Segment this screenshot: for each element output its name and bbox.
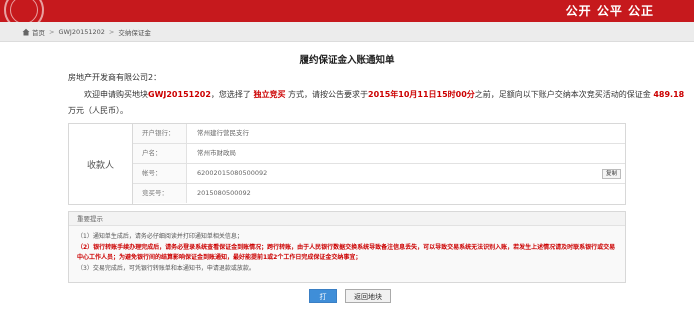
para-text: ，您选择了: [210, 90, 251, 99]
notice-item: （1）通知单生成后，请务必仔细阅读并打印通知单相关信息；: [77, 233, 243, 240]
breadcrumb-separator: >: [108, 27, 115, 36]
parcel-id: GWJ20151202: [148, 90, 211, 99]
payee-row-bid-number: 竞买号： 2015080500092: [133, 184, 625, 204]
breadcrumb: 首页 > GWJ20151202 > 交纳保证金: [0, 22, 694, 42]
notice-item: （3）交易完成后，可凭银行转账单和本通知书，申请退款或放款。: [77, 264, 255, 272]
payee-row-account: 帐号： 62002015080500092 复制: [133, 164, 625, 184]
breadcrumb-current: 交纳保证金: [118, 28, 151, 37]
emblem-logo-inner: [10, 0, 38, 22]
field-key: 开户银行：: [133, 124, 187, 143]
back-to-parcel-button[interactable]: 返回地块: [345, 289, 391, 303]
breadcrumb-parcel-link[interactable]: GWJ20151202: [58, 28, 104, 36]
payee-table: 收款人 开户银行： 常州建行营民支行 户名： 常州市财政局 帐号： 620020…: [68, 123, 626, 205]
field-value: 常州市财政局: [197, 149, 236, 157]
field-key: 户名：: [133, 144, 187, 163]
field-key: 帐号：: [133, 164, 187, 183]
breadcrumb-separator: >: [49, 27, 55, 36]
field-value: 62002015080500092: [197, 169, 268, 177]
home-icon: [22, 28, 30, 36]
para-text: 万元（人民币）。: [68, 106, 128, 115]
breadcrumb-home-link[interactable]: 首页: [32, 27, 45, 37]
top-banner: 公开 公平 公正: [0, 0, 694, 22]
notice-paragraph: 欢迎申请购买地块GWJ20151202，您选择了 独立竞买 方式，请按公告要求于…: [68, 87, 686, 119]
payee-row-name: 户名： 常州市财政局: [133, 144, 625, 164]
action-bar: 打印 返回地块: [0, 289, 694, 315]
page-title: 履约保证金入账通知单: [299, 55, 395, 66]
purchase-method: 独立竞买: [253, 90, 286, 99]
notice-item: （2）银行转账手续办理完成后，请务必登录系统查看保证金到账情况；跨行转账，由于人…: [77, 243, 616, 262]
notice-title: 重要提示: [69, 212, 625, 226]
field-key: 竞买号：: [133, 184, 187, 203]
para-text: 之前，足额向以下账户交纳本次竞买活动的保证金: [474, 90, 651, 99]
field-value: 2015080500092: [197, 189, 251, 197]
header-slogan: 公开 公平 公正: [565, 4, 654, 18]
copy-account-button[interactable]: 复制: [601, 169, 621, 179]
payee-row-bank: 开户银行： 常州建行营民支行: [133, 124, 625, 144]
deposit-amount: 489.18: [653, 90, 685, 99]
print-button[interactable]: 打印: [309, 289, 337, 315]
payee-label: 收款人: [69, 124, 133, 204]
para-text: 欢迎申请购买地块: [84, 90, 148, 99]
para-text: 方式，请按公告要求于: [288, 90, 368, 99]
field-value: 常州建行营民支行: [197, 129, 249, 137]
deadline: 2015年10月11日15时00分: [368, 90, 475, 99]
important-notice: 重要提示 （1）通知单生成后，请务必仔细阅读并打印通知单相关信息； （2）银行转…: [68, 211, 626, 283]
notice-body: （1）通知单生成后，请务必仔细阅读并打印通知单相关信息； （2）银行转账手续办理…: [77, 232, 621, 274]
salutation: 房地产开发商有限公司2：: [68, 73, 162, 82]
